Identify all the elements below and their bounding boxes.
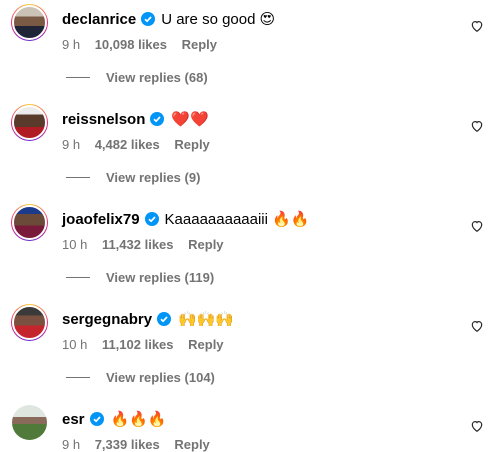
- view-replies-button[interactable]: View replies (119): [66, 270, 214, 285]
- avatar[interactable]: [12, 105, 47, 140]
- comment-meta: 9 h 7,339 likes Reply: [62, 437, 221, 452]
- comment-username[interactable]: joaofelix79: [62, 211, 140, 228]
- comment-likes[interactable]: 11,102 likes: [102, 337, 174, 352]
- verified-badge-icon: [141, 12, 156, 26]
- comment-emoji: 🔥🔥🔥: [110, 411, 167, 428]
- view-replies-button[interactable]: View replies (104): [66, 370, 215, 385]
- comment-likes[interactable]: 4,482 likes: [95, 137, 160, 152]
- verified-badge-icon: [150, 112, 165, 126]
- comment-emoji: 😍: [259, 11, 276, 28]
- heart-outline-icon[interactable]: [470, 319, 484, 333]
- verified-badge-icon: [144, 212, 159, 226]
- comment-username[interactable]: esr: [62, 411, 85, 428]
- reply-button[interactable]: Reply: [174, 437, 209, 452]
- heart-outline-icon[interactable]: [470, 19, 484, 33]
- replies-divider: [66, 77, 90, 78]
- avatar[interactable]: [12, 5, 47, 40]
- view-replies-label: View replies (119): [106, 270, 215, 285]
- reply-button[interactable]: Reply: [174, 137, 209, 152]
- comment-emoji: 🙌🙌🙌: [178, 311, 235, 328]
- heart-outline-icon[interactable]: [470, 119, 484, 133]
- verified-badge-icon: [157, 312, 172, 326]
- comment-time[interactable]: 10 h: [62, 237, 87, 252]
- comment-likes[interactable]: 11,432 likes: [102, 237, 174, 252]
- replies-divider: [66, 177, 90, 178]
- comment-meta: 10 h 11,102 likes Reply: [62, 337, 235, 352]
- comment-meta: 10 h 11,432 likes Reply: [62, 237, 235, 252]
- comment-emoji: ❤️❤️: [171, 111, 209, 128]
- comment-username[interactable]: sergegnabry: [62, 311, 152, 328]
- comment-likes[interactable]: 7,339 likes: [95, 437, 160, 452]
- comment-text: Kaaaaaaaaaaiii: [164, 210, 268, 228]
- reply-button[interactable]: Reply: [182, 37, 217, 52]
- comment-emoji: 🔥🔥: [271, 211, 310, 228]
- avatar-wrap[interactable]: [11, 404, 48, 441]
- comment-meta: 9 h 4,482 likes Reply: [62, 137, 221, 152]
- comment-likes[interactable]: 10,098 likes: [95, 37, 167, 52]
- comment-time[interactable]: 9 h: [62, 437, 80, 452]
- reply-button[interactable]: Reply: [188, 337, 223, 352]
- comment-time[interactable]: 9 h: [62, 137, 80, 152]
- comment-username[interactable]: reissnelson: [62, 111, 145, 128]
- comment-time[interactable]: 9 h: [62, 37, 80, 52]
- heart-outline-icon[interactable]: [470, 419, 484, 433]
- view-replies-label: View replies (9): [106, 170, 201, 185]
- comment-username[interactable]: declanrice: [62, 11, 136, 28]
- view-replies-label: View replies (68): [106, 70, 208, 85]
- view-replies-label: View replies (104): [106, 370, 215, 385]
- comment-meta: 9 h 10,098 likes Reply: [62, 37, 228, 52]
- view-replies-button[interactable]: View replies (9): [66, 170, 200, 185]
- comment-text: U are so good: [161, 10, 256, 28]
- avatar-story-ring[interactable]: [11, 304, 48, 341]
- reply-button[interactable]: Reply: [188, 237, 223, 252]
- avatar[interactable]: [12, 205, 47, 240]
- avatar[interactable]: [12, 305, 47, 340]
- avatar-story-ring[interactable]: [11, 4, 48, 41]
- avatar-story-ring[interactable]: [11, 104, 48, 141]
- heart-outline-icon[interactable]: [470, 219, 484, 233]
- avatar-story-ring[interactable]: [11, 204, 48, 241]
- replies-divider: [66, 277, 90, 278]
- verified-badge-icon: [89, 412, 104, 426]
- replies-divider: [66, 377, 90, 378]
- avatar[interactable]: [12, 405, 47, 440]
- comment-time[interactable]: 10 h: [62, 337, 87, 352]
- view-replies-button[interactable]: View replies (68): [66, 70, 208, 85]
